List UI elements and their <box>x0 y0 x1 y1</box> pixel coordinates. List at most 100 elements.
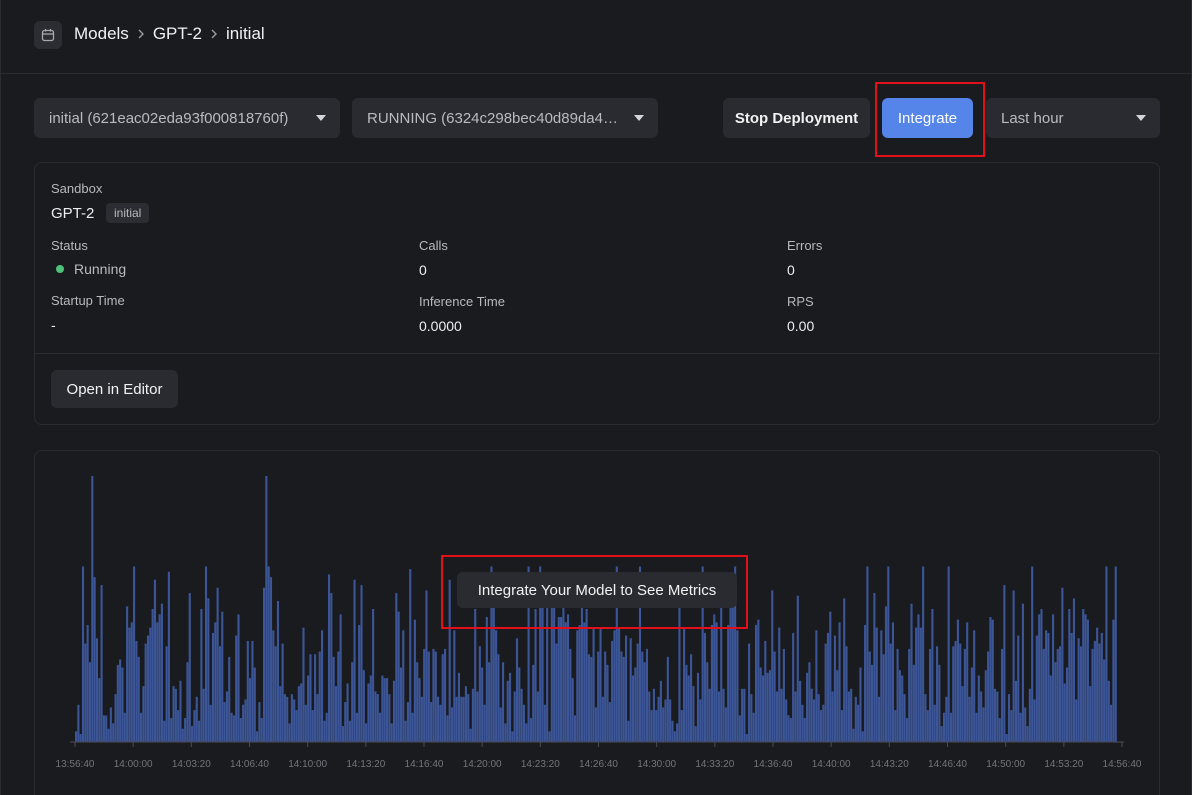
chart-bar <box>112 723 115 742</box>
chart-bar <box>139 712 143 742</box>
chart-bar <box>611 640 614 742</box>
chart-bar <box>346 683 349 742</box>
chart-bar <box>119 659 122 742</box>
chart-bar <box>536 691 539 742</box>
chart-bar <box>453 630 456 742</box>
chart-bar <box>520 688 523 742</box>
chart-bar <box>982 707 985 742</box>
chart-bar <box>244 699 247 742</box>
chart-bar <box>715 622 718 742</box>
chart-bar <box>290 694 293 742</box>
chart-bar <box>689 654 693 742</box>
chart-bar <box>566 614 570 742</box>
chart-bar <box>877 696 881 742</box>
x-axis-tick-label: 14:26:40 <box>579 759 618 770</box>
chart-bar <box>780 688 783 742</box>
chart-bar <box>627 720 630 742</box>
chart-bar <box>93 577 96 742</box>
chart-bar <box>105 715 108 742</box>
chart-bar <box>550 593 553 742</box>
chart-bar <box>102 715 105 742</box>
chart-bar <box>643 662 646 742</box>
chart-bar <box>792 632 795 742</box>
chart-bar <box>706 662 709 742</box>
chart-bar <box>464 686 467 742</box>
chart-bar <box>826 632 830 742</box>
chart-bar <box>474 609 477 742</box>
chart-bar <box>803 718 806 742</box>
chart-bar <box>845 646 848 742</box>
chart-bar <box>676 723 679 742</box>
chart-bar <box>88 662 92 742</box>
chart-bar <box>708 688 711 742</box>
integrate-metrics-message: Integrate Your Model to See Metrics <box>457 572 737 608</box>
chart-bar <box>1075 699 1078 742</box>
chart-bar <box>685 664 688 742</box>
chart-bar <box>884 606 888 742</box>
chart-bar <box>775 691 778 742</box>
chart-bar <box>286 696 289 742</box>
chart-bar <box>608 702 611 742</box>
chart-bar <box>847 691 850 742</box>
chart-bar <box>492 603 495 742</box>
chart-bar <box>1072 598 1076 742</box>
chart-bar <box>77 704 80 742</box>
chart-bar <box>325 712 328 742</box>
chart-bar <box>251 640 254 742</box>
chart-bar <box>318 651 321 742</box>
chart-bar <box>1096 627 1099 742</box>
chart-bar <box>483 704 486 742</box>
chart-bar <box>824 643 827 742</box>
chart-bar <box>204 566 208 742</box>
chart-bar <box>1033 699 1036 742</box>
chart-bar <box>1045 630 1048 742</box>
chart-bar <box>485 616 488 742</box>
chart-bar <box>151 609 154 742</box>
chart-bar <box>478 646 481 742</box>
chart-bar <box>898 670 901 742</box>
chart-bar <box>917 614 920 742</box>
chart-bar <box>659 680 662 742</box>
chart-bar <box>383 678 386 742</box>
chart-bar <box>822 704 825 742</box>
chart-bar <box>891 622 895 742</box>
chart-bar <box>806 672 809 742</box>
chart-bar <box>237 614 240 742</box>
chart-bar <box>687 675 690 742</box>
chart-bar <box>214 622 217 742</box>
chart-bar <box>409 569 412 742</box>
chart-bar <box>256 731 259 742</box>
chart-bar <box>1000 648 1004 742</box>
chart-bar <box>768 670 772 742</box>
chart-bar <box>929 648 932 742</box>
x-axis-tick-label: 14:16:40 <box>405 759 444 770</box>
chart-bar <box>673 731 676 742</box>
chart-bar <box>933 704 936 742</box>
chart-bar <box>729 598 732 742</box>
chart-bar <box>601 696 604 742</box>
chart-bar <box>165 646 168 742</box>
chart-bar <box>532 664 535 742</box>
chart-bar <box>938 664 941 742</box>
chart-bar <box>360 585 363 742</box>
chart-bar <box>840 710 843 742</box>
chart-bar <box>966 622 969 742</box>
chart-bar <box>302 627 305 742</box>
x-axis-tick-label: 14:13:20 <box>346 759 385 770</box>
chart-bar <box>348 720 351 742</box>
chart-bar <box>376 694 379 742</box>
chart-bar <box>511 731 514 742</box>
chart-bar <box>1086 619 1089 742</box>
chart-bar <box>100 585 103 742</box>
chart-bar <box>195 696 198 742</box>
chart-bar <box>79 734 82 742</box>
chart-bar <box>193 710 196 742</box>
chart-bar <box>991 619 994 742</box>
chart-bar <box>513 691 516 742</box>
chart-bar <box>618 627 621 742</box>
chart-bar <box>460 696 463 742</box>
chart-bar <box>912 664 915 742</box>
chart-bar <box>557 616 560 742</box>
chart-bar <box>722 688 725 742</box>
chart-bar <box>903 694 906 742</box>
